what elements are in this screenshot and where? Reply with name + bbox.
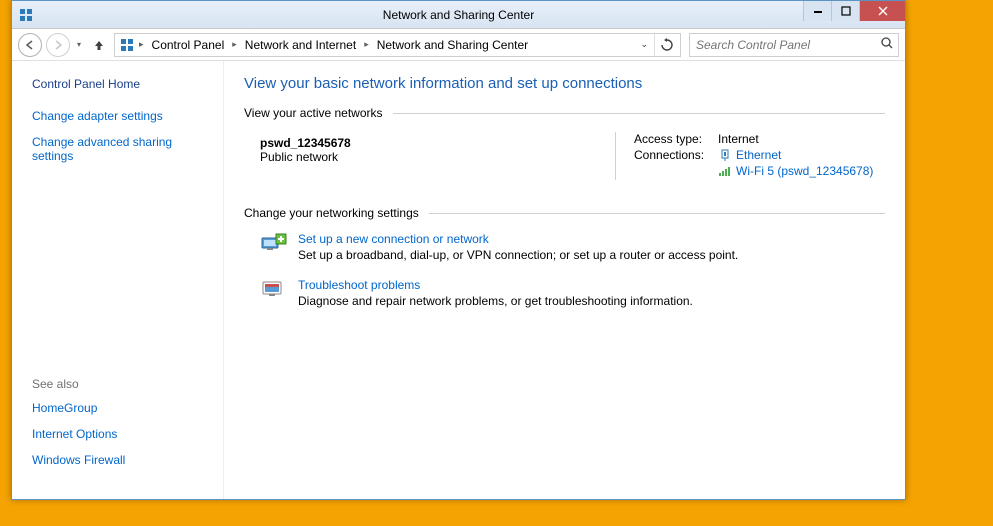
- control-panel-home-link[interactable]: Control Panel Home: [32, 77, 213, 91]
- breadcrumb-network-sharing[interactable]: Network and Sharing Center: [373, 36, 532, 54]
- navigation-bar: ▾ ▸ Control Panel ▸ Network and Internet…: [12, 29, 905, 61]
- search-box[interactable]: [689, 33, 899, 57]
- divider: [429, 213, 885, 214]
- setup-connection-link[interactable]: Set up a new connection or network: [298, 232, 489, 246]
- sidebar: Control Panel Home Change adapter settin…: [12, 61, 224, 499]
- active-networks-section: pswd_12345678 Public network Access type…: [244, 132, 885, 180]
- setup-connection-task: Set up a new connection or network Set u…: [244, 232, 885, 262]
- divider: [393, 113, 885, 114]
- window-controls: [803, 1, 905, 21]
- windows-firewall-link[interactable]: Windows Firewall: [32, 453, 213, 467]
- content-area: Control Panel Home Change adapter settin…: [12, 61, 905, 499]
- see-also-title: See also: [32, 377, 213, 391]
- setup-connection-desc: Set up a broadband, dial-up, or VPN conn…: [298, 248, 885, 262]
- setup-connection-icon: [260, 232, 288, 254]
- network-info: pswd_12345678 Public network: [260, 132, 615, 180]
- access-type-value: Internet: [718, 132, 759, 146]
- internet-options-link[interactable]: Internet Options: [32, 427, 213, 441]
- maximize-button[interactable]: [831, 1, 859, 21]
- see-also-section: See also HomeGroup Internet Options Wind…: [32, 377, 213, 489]
- active-networks-header: View your active networks: [244, 106, 885, 120]
- titlebar: Network and Sharing Center: [12, 1, 905, 29]
- wifi-link[interactable]: Wi-Fi 5 (pswd_12345678): [736, 164, 873, 178]
- breadcrumb-control-panel[interactable]: Control Panel: [148, 36, 229, 54]
- connections-label: Connections:: [634, 148, 718, 162]
- chevron-right-icon[interactable]: ▸: [362, 39, 371, 50]
- change-settings-label: Change your networking settings: [244, 206, 419, 220]
- page-title: View your basic network information and …: [244, 75, 885, 92]
- network-type: Public network: [260, 150, 615, 164]
- troubleshoot-task: Troubleshoot problems Diagnose and repai…: [244, 278, 885, 308]
- window-title: Network and Sharing Center: [12, 8, 905, 22]
- chevron-right-icon[interactable]: ▸: [137, 39, 146, 50]
- network-sharing-icon: [18, 7, 34, 23]
- troubleshoot-icon: [260, 278, 288, 300]
- history-dropdown[interactable]: ▾: [74, 34, 84, 56]
- search-input[interactable]: [694, 37, 880, 53]
- network-sharing-icon: [119, 37, 135, 53]
- troubleshoot-desc: Diagnose and repair network problems, or…: [298, 294, 885, 308]
- network-details: Access type: Internet Connections: Ether…: [615, 132, 885, 180]
- chevron-right-icon[interactable]: ▸: [230, 39, 239, 50]
- troubleshoot-link[interactable]: Troubleshoot problems: [298, 278, 420, 292]
- forward-button[interactable]: [46, 33, 70, 57]
- close-button[interactable]: [859, 1, 905, 21]
- up-button[interactable]: [88, 34, 110, 56]
- homegroup-link[interactable]: HomeGroup: [32, 401, 213, 415]
- change-settings-header: Change your networking settings: [244, 206, 885, 220]
- ethernet-icon: [718, 148, 732, 162]
- window: Network and Sharing Center ▾: [11, 0, 906, 500]
- breadcrumb-network-internet[interactable]: Network and Internet: [241, 36, 360, 54]
- network-name: pswd_12345678: [260, 136, 615, 150]
- change-advanced-sharing-link[interactable]: Change advanced sharing settings: [32, 135, 213, 163]
- search-icon[interactable]: [880, 36, 894, 53]
- access-type-label: Access type:: [634, 132, 718, 146]
- ethernet-link[interactable]: Ethernet: [736, 148, 781, 162]
- address-bar[interactable]: ▸ Control Panel ▸ Network and Internet ▸…: [114, 33, 681, 57]
- chevron-down-icon[interactable]: ⌄: [634, 39, 654, 50]
- active-networks-label: View your active networks: [244, 106, 383, 120]
- back-button[interactable]: [18, 33, 42, 57]
- change-adapter-settings-link[interactable]: Change adapter settings: [32, 109, 213, 123]
- refresh-button[interactable]: [654, 34, 678, 56]
- wifi-icon: [718, 164, 732, 178]
- minimize-button[interactable]: [803, 1, 831, 21]
- main-panel: View your basic network information and …: [224, 61, 905, 499]
